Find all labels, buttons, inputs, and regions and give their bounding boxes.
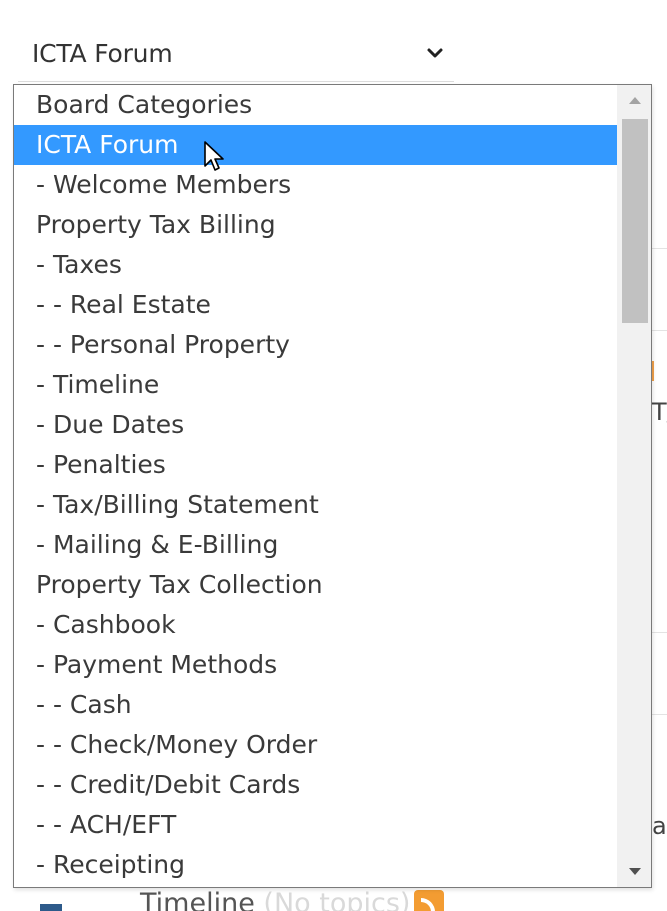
background-board-note: (No topics) [263,888,411,911]
dropdown-option[interactable]: Property Tax Billing [14,205,617,245]
scrollbar-thumb[interactable] [622,119,648,323]
scroll-up-arrow-icon[interactable] [618,85,651,117]
dropdown-option[interactable]: - - Cash [14,685,617,725]
dropdown-scrollbar[interactable] [617,85,651,887]
scroll-down-arrow-icon[interactable] [618,855,651,887]
dropdown-option[interactable]: - Penalties [14,445,617,485]
background-divider [652,330,667,331]
background-forum-row: Timeline (No topics) [40,888,445,911]
background-board-title[interactable]: Timeline [140,888,255,911]
dropdown-option[interactable]: - Cashbook [14,605,617,645]
background-text-fragment: al [652,812,667,840]
page: T/ al Timeline (No topics) ICTA Forum Bo… [0,0,667,911]
mouse-pointer-icon [204,141,224,171]
dropdown-option[interactable]: - - Real Estate [14,285,617,325]
background-text-fragment: T/ [652,398,667,426]
dropdown-options: Board Categories ICTA Forum - Welcome Memb… [14,85,617,885]
dropdown-option[interactable]: Board Categories [14,85,617,125]
dropdown-option[interactable]: - Tax/Billing Statement [14,485,617,525]
dropdown-option[interactable]: ICTA Forum [14,125,617,165]
rss-icon[interactable] [414,890,445,911]
dropdown-option[interactable]: Property Tax Collection [14,565,617,605]
dropdown-option[interactable]: - - Credit/Debit Cards [14,765,617,805]
chevron-down-icon[interactable] [424,44,446,62]
background-divider [652,248,667,249]
dropdown-option[interactable]: - Receipting [14,845,617,885]
dropdown-option[interactable]: - - ACH/EFT [14,805,617,845]
dropdown-option[interactable]: - Due Dates [14,405,617,445]
board-select-value: ICTA Forum [32,39,173,68]
dropdown-option[interactable]: - Mailing & E-Billing [14,525,617,565]
dropdown-option[interactable]: - Taxes [14,245,617,285]
dropdown-option[interactable]: - Payment Methods [14,645,617,685]
background-divider [652,632,667,633]
board-dropdown-list[interactable]: Board Categories ICTA Forum - Welcome Memb… [13,84,652,888]
board-select[interactable]: ICTA Forum [18,28,454,82]
dropdown-option[interactable]: - - Personal Property [14,325,617,365]
background-divider [652,714,667,715]
dropdown-option[interactable]: - - Check/Money Order [14,725,617,765]
dropdown-option[interactable]: - Welcome Members [14,165,617,205]
dropdown-option[interactable]: - Timeline [14,365,617,405]
board-icon [40,903,62,911]
